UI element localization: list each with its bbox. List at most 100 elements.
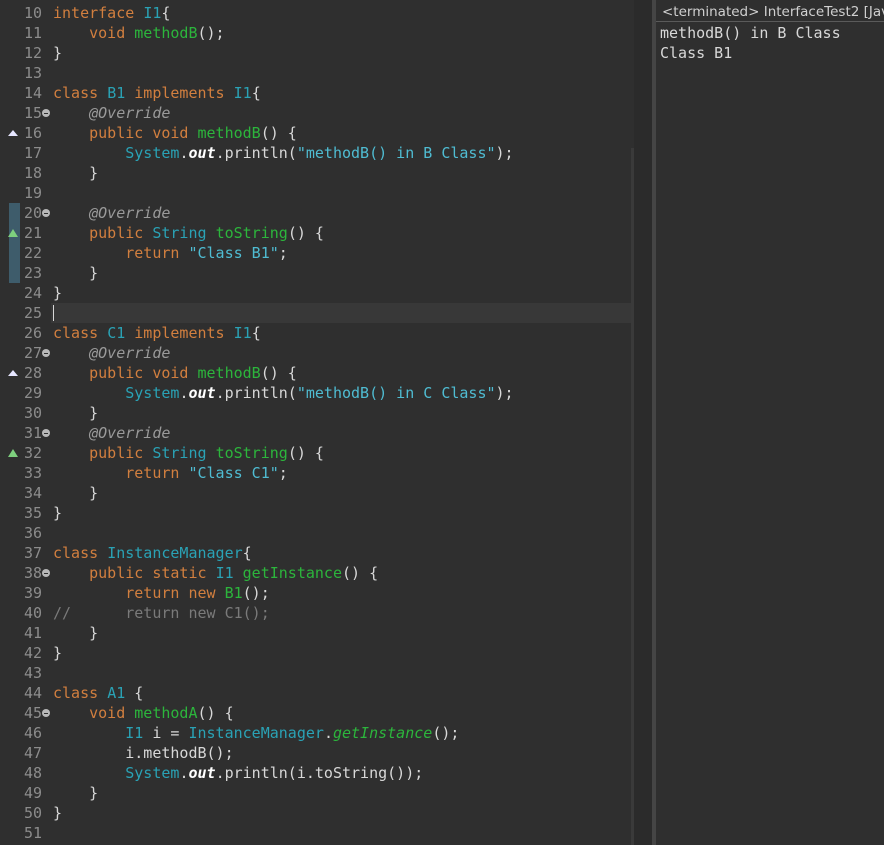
code-text[interactable]: class A1 { <box>53 683 143 703</box>
line-number: 19 <box>23 184 42 202</box>
code-editor[interactable]: 10 interface I1{11 void methodB(); 12} 13 14… <box>0 0 634 845</box>
code-line: 40 // return new C1(); <box>0 603 634 623</box>
code-text[interactable]: @Override <box>53 203 170 223</box>
code-text[interactable]: void methodA() { <box>53 703 234 723</box>
code-line: 18 } <box>0 163 634 183</box>
line-number: 49 <box>23 784 42 802</box>
code-token: return <box>125 464 180 482</box>
code-text[interactable]: class InstanceManager{ <box>53 543 252 563</box>
code-text[interactable]: @Override <box>53 103 170 123</box>
console-output-line: Class B1 <box>660 44 733 62</box>
code-text[interactable]: System.out.println(i.toString()); <box>53 763 423 783</box>
code-text[interactable]: void methodB(); <box>53 23 224 43</box>
line-number: 41 <box>23 624 42 642</box>
code-text[interactable]: } <box>53 623 98 643</box>
code-token: public <box>89 564 144 582</box>
code-line: 24} <box>0 283 634 303</box>
fold-collapse-icon[interactable] <box>42 109 50 117</box>
console-title: <terminated> InterfaceTest2 [Jav <box>662 4 884 20</box>
code-token: () { <box>342 564 379 582</box>
code-token: class <box>53 84 99 102</box>
code-token: I1 <box>143 4 162 22</box>
code-text[interactable]: } <box>53 283 62 303</box>
line-number: 34 <box>23 484 42 502</box>
code-text[interactable]: } <box>53 43 62 63</box>
overrides-method-icon[interactable] <box>8 130 18 136</box>
code-text[interactable]: I1 i = InstanceManager.getInstance(); <box>53 723 459 743</box>
code-token: B1 <box>224 584 243 602</box>
fold-collapse-icon[interactable] <box>42 349 50 357</box>
line-number: 37 <box>23 544 42 562</box>
code-token: ); <box>495 144 514 162</box>
code-token: out <box>188 384 216 402</box>
code-token: { <box>125 684 144 702</box>
code-token: methodB <box>134 24 198 42</box>
code-text[interactable]: public static I1 getInstance() { <box>53 563 378 583</box>
code-text[interactable]: public String toString() { <box>53 223 324 243</box>
code-text[interactable]: i.methodB(); <box>53 743 233 763</box>
line-number: 46 <box>23 724 42 742</box>
code-text[interactable]: } <box>53 783 98 803</box>
fold-collapse-icon[interactable] <box>42 209 50 217</box>
code-token: interface <box>53 4 135 22</box>
code-token: System <box>125 764 180 782</box>
line-number: 18 <box>23 164 42 182</box>
code-token: @Override <box>89 104 171 122</box>
code-token: implements <box>134 324 225 342</box>
code-text[interactable]: } <box>53 803 62 823</box>
implements-method-icon[interactable] <box>8 229 18 237</box>
code-text[interactable]: System.out.println("methodB() in B Class… <box>53 143 514 163</box>
code-token: "methodB() in B Class" <box>296 144 496 162</box>
code-text[interactable]: } <box>53 263 98 283</box>
code-text[interactable]: } <box>53 483 98 503</box>
code-token: . <box>323 724 333 742</box>
code-text[interactable]: public String toString() { <box>53 443 324 463</box>
fold-collapse-icon[interactable] <box>42 709 50 717</box>
code-text[interactable]: class C1 implements I1{ <box>53 323 261 343</box>
code-text[interactable]: return "Class C1"; <box>53 463 288 483</box>
code-text[interactable]: public void methodB() { <box>53 123 297 143</box>
fold-collapse-icon[interactable] <box>42 429 50 437</box>
code-token: { <box>251 324 261 342</box>
code-token: new <box>188 584 216 602</box>
code-text[interactable]: class B1 implements I1{ <box>53 83 261 103</box>
code-token: public <box>89 224 144 242</box>
code-text[interactable]: return "Class B1"; <box>53 243 288 263</box>
overrides-method-icon[interactable] <box>8 370 18 376</box>
code-text[interactable]: // return new C1(); <box>53 603 270 623</box>
code-text[interactable]: } <box>53 503 62 523</box>
console-view[interactable]: <terminated> InterfaceTest2 [Jav methodB… <box>652 0 884 845</box>
code-text[interactable]: } <box>53 163 98 183</box>
code-token: () { <box>260 124 297 142</box>
code-text[interactable]: interface I1{ <box>53 3 170 23</box>
editor-vertical-scrollbar[interactable] <box>634 0 652 845</box>
code-line: 48 System.out.println(i.toString()); <box>0 763 634 783</box>
code-token: { <box>242 544 252 562</box>
fold-collapse-icon[interactable] <box>42 569 50 577</box>
code-token: () { <box>260 364 297 382</box>
code-text[interactable]: } <box>53 403 98 423</box>
code-token: "Class C1" <box>188 464 279 482</box>
code-text[interactable]: return new B1(); <box>53 583 270 603</box>
code-token: () { <box>287 444 324 462</box>
code-text[interactable]: @Override <box>53 343 170 363</box>
code-text[interactable]: @Override <box>53 423 170 443</box>
code-text[interactable]: System.out.println("methodB() in C Class… <box>53 383 513 403</box>
implements-method-icon[interactable] <box>8 449 18 457</box>
code-token: i = <box>143 724 189 742</box>
code-token: } <box>53 804 63 822</box>
code-token: ; <box>278 244 288 262</box>
line-number: 40 <box>23 604 42 622</box>
code-token: @Override <box>89 344 171 362</box>
code-line: 31 @Override <box>0 423 634 443</box>
code-line: 30 } <box>0 403 634 423</box>
code-text[interactable]: public void methodB() { <box>53 363 297 383</box>
code-line: 20 @Override <box>0 203 634 223</box>
code-text[interactable]: } <box>53 643 62 663</box>
